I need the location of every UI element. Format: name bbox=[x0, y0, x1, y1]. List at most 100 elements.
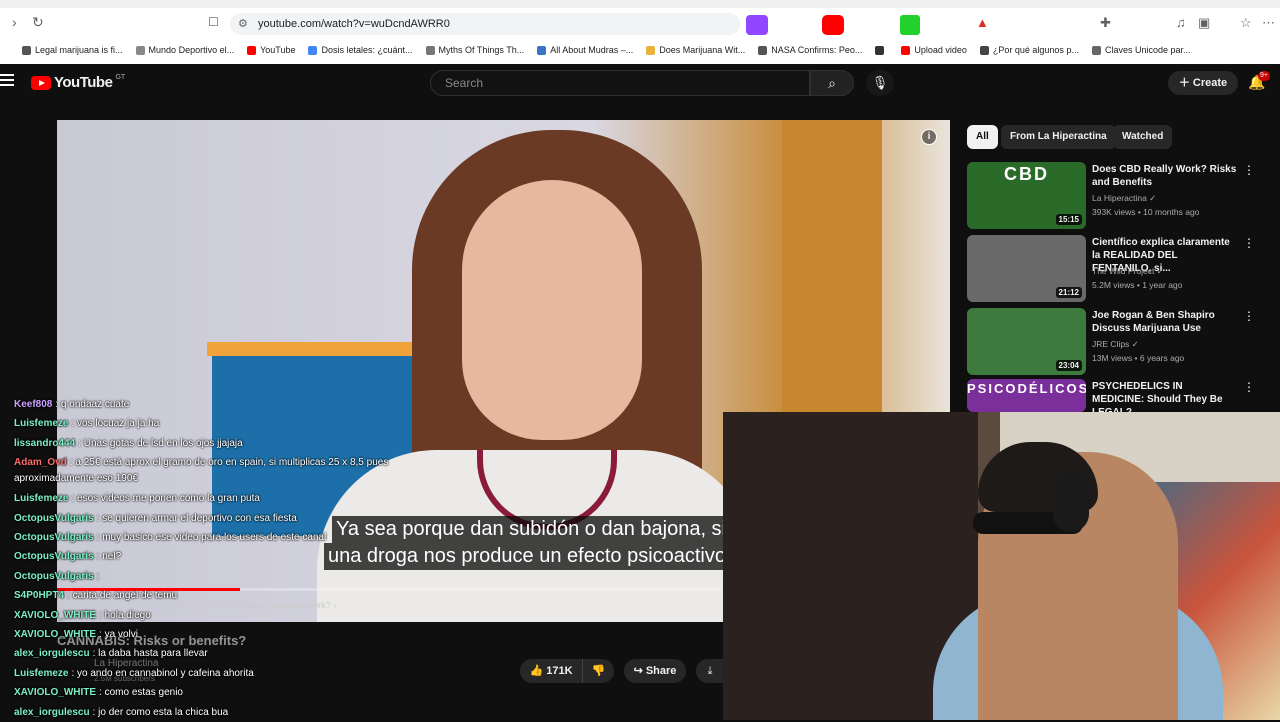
video-duration: 21:12 bbox=[1055, 287, 1082, 298]
bookmark-item[interactable]: YouTube bbox=[247, 45, 295, 55]
chat-username: XAVIOLO_WHITE bbox=[14, 687, 97, 699]
forward-icon[interactable]: › bbox=[12, 14, 17, 30]
bookmark-item[interactable]: Mundo Deportivo el... bbox=[135, 45, 234, 55]
bookmark-label: All About Mudras –... bbox=[550, 45, 634, 55]
logo-country: GT bbox=[115, 74, 126, 81]
bookmark-item[interactable]: ¿Por qué algunos p... bbox=[979, 45, 1079, 55]
favorites-icon[interactable]: ☆ bbox=[1240, 15, 1252, 35]
site-info-icon[interactable]: ⚙ bbox=[238, 13, 248, 35]
reload-icon[interactable]: ↻ bbox=[32, 14, 44, 31]
chat-text: la daba hasta para llevar bbox=[98, 648, 208, 660]
bookmark-item[interactable]: Does Marijuana Wit... bbox=[646, 45, 745, 55]
more-options-icon[interactable]: ⋮ bbox=[1243, 380, 1255, 394]
youtube-logo[interactable]: YouTube GT bbox=[31, 74, 125, 91]
recommendation-channel[interactable]: The Wild Project ✓ bbox=[1092, 266, 1164, 277]
chat-username: Keef808 bbox=[14, 399, 53, 410]
chat-text: jo der como esta la chica bua bbox=[98, 706, 229, 718]
bookmark-label: Upload video bbox=[914, 45, 967, 55]
bookmark-favicon-icon bbox=[247, 45, 257, 55]
thumbnail-text: PSICODÉLICOS bbox=[967, 381, 1086, 396]
bookmark-item[interactable]: All About Mudras –... bbox=[537, 45, 633, 55]
chip-all[interactable]: All bbox=[967, 125, 998, 149]
chat-username: S4P0HPT4 bbox=[14, 590, 65, 602]
chat-message: OctopusVulgaris: nel? bbox=[14, 551, 122, 563]
bookmark-item[interactable]: Claves Unicode par... bbox=[1091, 45, 1191, 55]
kick-extension-icon[interactable] bbox=[900, 15, 920, 35]
bookmark-favicon-icon bbox=[901, 45, 911, 55]
search-input[interactable]: Search bbox=[430, 70, 810, 96]
recommendation-title[interactable]: Joe Rogan & Ben Shapiro Discuss Marijuan… bbox=[1092, 309, 1237, 335]
youtube-extension-icon[interactable] bbox=[822, 15, 844, 35]
like-button[interactable]: 👍 171K bbox=[520, 659, 582, 683]
bookmark-star-icon[interactable]: ☐ bbox=[208, 15, 219, 29]
recommendation-thumbnail[interactable]: 23:04 bbox=[967, 308, 1086, 375]
chat-message: S4P0HPT4: carita de angel de temu bbox=[14, 590, 178, 602]
stream-chat-overlay: Keef808: q ondaaz cuate Luisfemeze: vos l… bbox=[14, 395, 444, 722]
recommendation-thumbnail[interactable]: 21:12 bbox=[967, 235, 1086, 302]
chat-text: vos locuaz ja ja ha bbox=[77, 418, 160, 430]
bookmark-label: Legal marijuana is fi... bbox=[35, 45, 123, 55]
browser-menu-icon[interactable]: ⋯ bbox=[1262, 15, 1275, 35]
dislike-button[interactable]: 👎 bbox=[582, 659, 614, 683]
chat-username: lissandro444 bbox=[14, 437, 76, 449]
recommendation-channel[interactable]: La Hiperactina ✓ bbox=[1092, 193, 1156, 204]
bookmark-item[interactable]: Legal marijuana is fi... bbox=[22, 45, 123, 55]
bookmark-favicon-icon bbox=[425, 45, 435, 55]
chat-text: esos videos me ponen como la gran puta bbox=[77, 493, 260, 505]
voice-search-button[interactable]: 🎙 bbox=[866, 70, 894, 96]
thumbs-down-icon: 👎 bbox=[591, 665, 606, 677]
extensions-icon[interactable]: ✚ bbox=[1100, 15, 1111, 35]
recommendation-title[interactable]: Does CBD Really Work? Risks and Benefits bbox=[1092, 163, 1237, 189]
more-options-icon[interactable]: ⋮ bbox=[1243, 309, 1255, 323]
bookmark-item[interactable]: Dosis letales: ¿cuánt... bbox=[308, 45, 413, 55]
bookmark-favicon-icon bbox=[1091, 45, 1101, 55]
recommendation-channel[interactable]: JRE Clips ✓ bbox=[1092, 339, 1139, 350]
info-icon[interactable]: i bbox=[921, 129, 937, 145]
recommendation-thumbnail[interactable]: PSICODÉLICOS bbox=[967, 379, 1086, 412]
chip-watched[interactable]: Watched bbox=[1113, 125, 1173, 149]
chat-username: OctopusVulgaris bbox=[14, 551, 94, 563]
side-panel-icon[interactable]: ▣ bbox=[1198, 15, 1210, 35]
chip-from-channel[interactable]: From La Hiperactina bbox=[1001, 125, 1116, 149]
chat-text: como estas genio bbox=[104, 687, 183, 699]
more-options-icon[interactable]: ⋮ bbox=[1243, 236, 1255, 250]
twitch-extension-icon[interactable] bbox=[746, 15, 768, 35]
bookmark-favicon-icon bbox=[22, 45, 31, 55]
tab-strip bbox=[0, 0, 1280, 8]
hamburger-menu-icon[interactable] bbox=[0, 74, 14, 88]
bookmark-favicon-icon bbox=[308, 45, 318, 55]
thumbnail-text: CBD bbox=[1004, 164, 1049, 184]
chat-text: q ondaaz cuate bbox=[60, 399, 130, 410]
share-button[interactable]: ↪ Share bbox=[624, 659, 686, 683]
like-count: 171K bbox=[546, 665, 573, 677]
chat-username: alex_iorgulescu bbox=[14, 706, 90, 718]
download-icon: ⤓ bbox=[707, 665, 713, 677]
chat-message: XAVIOLO_WHITE: hola diego bbox=[14, 609, 151, 621]
bookmark-label: Dosis letales: ¿cuánt... bbox=[321, 45, 413, 55]
bookmark-item[interactable] bbox=[875, 45, 888, 55]
search-button[interactable]: ⌕ bbox=[810, 70, 854, 96]
recommendation-thumbnail[interactable]: CBD 15:15 bbox=[967, 162, 1086, 229]
mic-icon: 🎙 bbox=[871, 75, 889, 90]
bookmark-label: YouTube bbox=[260, 45, 296, 55]
chat-message: alex_iorgulescu: la daba hasta para llev… bbox=[14, 648, 208, 660]
address-bar[interactable]: ⚙ youtube.com/watch?v=wuDcndAWRR0 bbox=[230, 13, 740, 35]
warning-extension-icon[interactable]: ▲ bbox=[976, 15, 992, 35]
create-button[interactable]: ＋ Create bbox=[1168, 71, 1238, 95]
bookmark-label: ¿Por qué algunos p... bbox=[992, 45, 1079, 55]
chat-username: Adam_Ovd bbox=[14, 457, 67, 469]
chat-text: nel? bbox=[102, 551, 122, 563]
media-control-icon[interactable]: ♫ bbox=[1176, 15, 1186, 35]
chat-message: lissandro444: Unas gotas de lsd en los o… bbox=[14, 437, 243, 449]
video-presenter-face bbox=[462, 180, 642, 440]
chat-username: Luisfemeze bbox=[14, 418, 69, 430]
chat-text: muy basico ese video para los users de e… bbox=[102, 532, 327, 544]
bookmark-item[interactable]: NASA Confirms: Peo... bbox=[758, 45, 862, 55]
more-options-icon[interactable]: ⋮ bbox=[1243, 163, 1255, 177]
address-bar-url: youtube.com/watch?v=wuDcndAWRR0 bbox=[258, 18, 450, 30]
bookmark-item[interactable]: Myths Of Things Th... bbox=[425, 45, 524, 55]
bookmark-item[interactable]: Upload video bbox=[901, 45, 967, 55]
download-button[interactable]: ⤓ bbox=[696, 659, 724, 683]
create-label: Create bbox=[1192, 77, 1228, 89]
bookmark-label: Does Marijuana Wit... bbox=[659, 45, 746, 55]
